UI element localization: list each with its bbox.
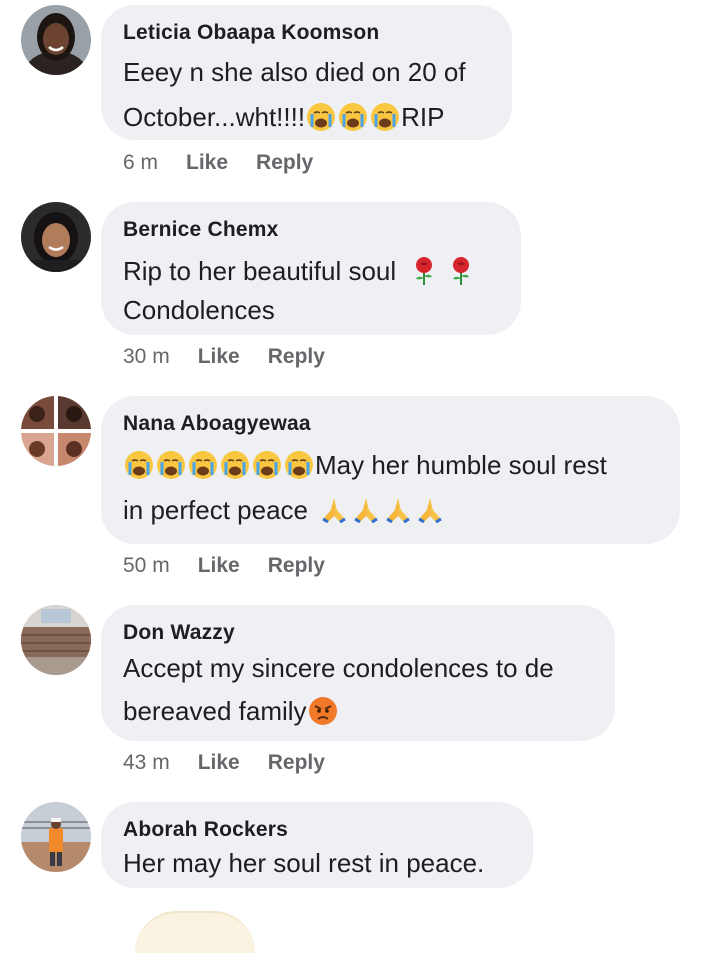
- praying-hands-icon: [351, 495, 381, 525]
- comment-author[interactable]: Leticia Obaapa Koomson: [123, 21, 492, 45]
- like-button[interactable]: Like: [186, 151, 228, 175]
- comment-meta: 30 m Like Reply: [123, 345, 325, 369]
- angry-face-icon: [308, 696, 338, 726]
- comment-timestamp[interactable]: 30 m: [123, 345, 170, 369]
- comment-text-line: Rip to her beautiful soul: [123, 256, 397, 286]
- comment-bubble: Leticia Obaapa Koomson Eeey n she also d…: [101, 5, 512, 140]
- comment-text: Her may her soul rest in peace.: [123, 848, 513, 879]
- comment-text-line: October...wht!!!!: [123, 102, 306, 132]
- comment-text-line: Condolences: [123, 295, 275, 325]
- avatar[interactable]: [21, 202, 91, 272]
- crying-face-icon: [370, 102, 400, 132]
- comment-author[interactable]: Nana Aboagyewaa: [123, 412, 660, 436]
- comment-author[interactable]: Bernice Chemx: [123, 218, 501, 242]
- avatar-partial: [135, 911, 255, 953]
- crying-face-icon: [188, 450, 218, 480]
- like-button[interactable]: Like: [198, 751, 240, 775]
- comment-meta: 50 m Like Reply: [123, 554, 325, 578]
- like-button[interactable]: Like: [198, 554, 240, 578]
- comment-text-tail: RIP: [401, 102, 445, 132]
- reply-button[interactable]: Reply: [268, 554, 325, 578]
- comment-text-line: Her may her soul rest in peace.: [123, 848, 485, 878]
- rose-icon: [409, 256, 439, 286]
- avatar[interactable]: [21, 802, 91, 872]
- reply-button[interactable]: Reply: [268, 345, 325, 369]
- comment-timestamp[interactable]: 6 m: [123, 151, 158, 175]
- praying-hands-icon: [415, 495, 445, 525]
- comment-text-line: in perfect peace: [123, 495, 309, 525]
- comment-author[interactable]: Aborah Rockers: [123, 818, 513, 842]
- comment-timestamp[interactable]: 43 m: [123, 751, 170, 775]
- comment-author[interactable]: Don Wazzy: [123, 621, 595, 645]
- comment-meta: 6 m Like Reply: [123, 151, 313, 175]
- crying-face-icon: [124, 450, 154, 480]
- avatar[interactable]: [21, 396, 91, 466]
- reply-button[interactable]: Reply: [256, 151, 313, 175]
- comment-meta: 43 m Like Reply: [123, 751, 325, 775]
- crying-face-icon: [156, 450, 186, 480]
- crying-face-icon: [220, 450, 250, 480]
- crying-face-icon: [284, 450, 314, 480]
- praying-hands-icon: [319, 495, 349, 525]
- comment-text-line: Accept my sincere condolences to de: [123, 653, 554, 683]
- avatar[interactable]: [21, 5, 91, 75]
- crying-face-icon: [252, 450, 282, 480]
- reply-button[interactable]: Reply: [268, 751, 325, 775]
- comment-bubble: Nana Aboagyewaa May her humble soul rest…: [101, 396, 680, 544]
- comment-bubble: Aborah Rockers Her may her soul rest in …: [101, 802, 533, 888]
- comment-bubble: Don Wazzy Accept my sincere condolences …: [101, 605, 615, 741]
- avatar[interactable]: [21, 605, 91, 675]
- comment-timestamp[interactable]: 50 m: [123, 554, 170, 578]
- comment-text: Accept my sincere condolences to de bere…: [123, 653, 595, 727]
- comment-bubble: Bernice Chemx Rip to her beautiful soul …: [101, 202, 521, 335]
- rose-icon: [446, 256, 476, 286]
- comment-text: Rip to her beautiful soul Condolences: [123, 256, 501, 326]
- comment-text-line: bereaved family: [123, 696, 307, 726]
- comment-text: May her humble soul rest in perfect peac…: [123, 450, 660, 526]
- comment-text-line: Eeey n she also died on 20 of: [123, 57, 466, 87]
- crying-face-icon: [338, 102, 368, 132]
- comment-text-line: May her humble soul rest: [315, 450, 607, 480]
- crying-face-icon: [306, 102, 336, 132]
- praying-hands-icon: [383, 495, 413, 525]
- comment-text: Eeey n she also died on 20 of October...…: [123, 57, 492, 133]
- like-button[interactable]: Like: [198, 345, 240, 369]
